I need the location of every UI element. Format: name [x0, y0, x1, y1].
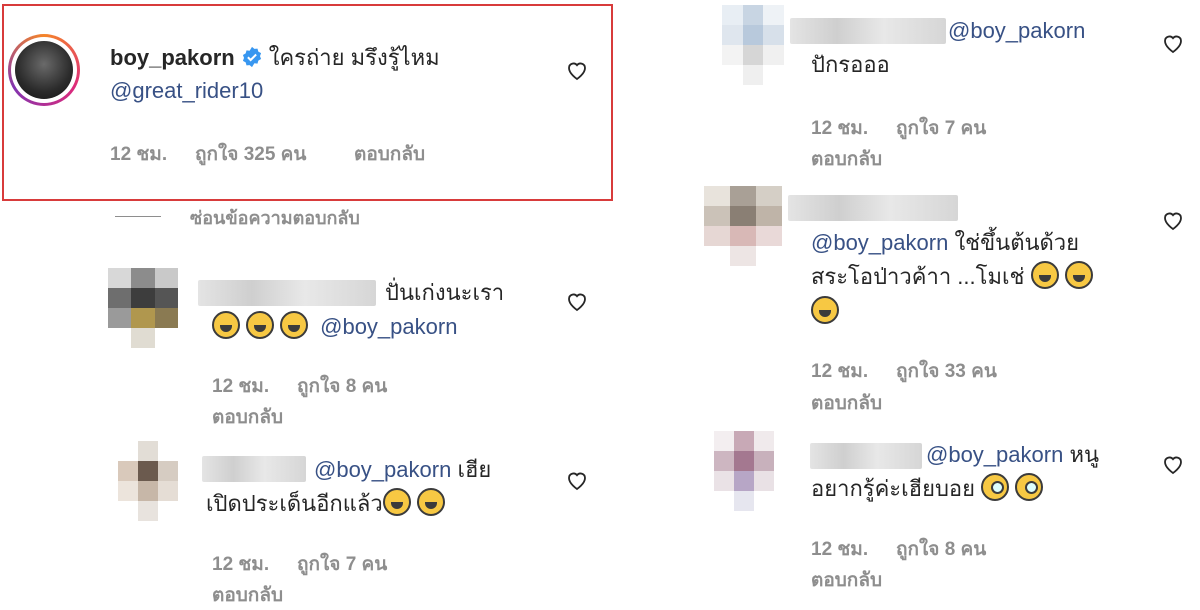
blurred-username — [810, 443, 922, 469]
reply-text: ปั่นเก่งนะเรา — [385, 280, 505, 305]
likes-count[interactable]: ถูกใจ 33 คน — [896, 356, 997, 386]
reply-text-line1: @boy_pakorn ใช่ขึ้นต้นด้วย — [811, 228, 1079, 258]
reply-text: เฮีย — [457, 457, 492, 482]
reply-button[interactable]: ตอบกลับ — [811, 565, 882, 595]
heart-icon[interactable] — [564, 289, 590, 313]
avatar[interactable] — [118, 441, 178, 521]
comment-time: 12 ชม. — [212, 554, 270, 575]
comment-time: 12 ชม. — [110, 144, 168, 165]
laughing-emoji-icon — [416, 488, 445, 516]
heart-icon[interactable] — [1160, 452, 1186, 476]
avatar[interactable] — [714, 431, 774, 511]
laughing-emoji-icon — [212, 311, 240, 339]
laughing-emoji-icon — [811, 296, 839, 324]
mention-link[interactable]: @great_rider10 — [110, 76, 263, 106]
reply-button[interactable]: ตอบกลับ — [811, 144, 882, 174]
mention-link[interactable]: @boy_pakorn — [811, 230, 948, 255]
heart-icon[interactable] — [1160, 31, 1186, 55]
reply-text: อยากรู้ค่ะเฮียบอย — [811, 476, 976, 501]
likes-count[interactable]: ถูกใจ 325 คน — [195, 139, 306, 169]
blurred-username — [788, 195, 958, 221]
monocle-emoji-icon — [1015, 473, 1044, 501]
avatar[interactable] — [722, 5, 784, 85]
reply-button[interactable]: ตอบกลับ — [212, 402, 283, 432]
avatar-story-ring[interactable] — [8, 34, 80, 106]
reply-text-line2: @boy_pakorn — [212, 311, 457, 342]
blurred-username — [790, 18, 946, 44]
laughing-emoji-icon — [1030, 261, 1059, 289]
laughing-emoji-icon — [280, 311, 308, 339]
username[interactable]: boy_pakorn — [110, 45, 235, 70]
likes-count[interactable]: ถูกใจ 8 คน — [896, 534, 986, 564]
reply-button[interactable]: ตอบกลับ — [354, 139, 425, 169]
mention-link[interactable]: @boy_pakorn — [948, 16, 1085, 46]
reply-text: หนู — [1069, 442, 1099, 467]
reply-text-line3 — [811, 296, 845, 324]
comment-time: 12 ชม. — [212, 376, 270, 397]
comment-time: 12 ชม. — [811, 539, 869, 560]
reply-button[interactable]: ตอบกลับ — [212, 580, 283, 610]
reply-text-line2: อยากรู้ค่ะเฮียบอย — [811, 473, 1049, 504]
avatar[interactable] — [15, 41, 73, 99]
laughing-emoji-icon — [246, 311, 274, 339]
reply-text-line2: เปิดประเด็นอีกแล้ว — [206, 488, 451, 519]
comment-time: 12 ชม. — [811, 361, 869, 382]
avatar[interactable] — [108, 268, 178, 348]
reply-text-line1: @boy_pakorn หนู — [926, 440, 1099, 470]
heart-icon[interactable] — [564, 468, 590, 492]
laughing-emoji-icon — [382, 488, 411, 516]
reply-text: สระโอป่าวค้าา ...โมเช่ — [811, 264, 1025, 289]
blurred-username — [202, 456, 306, 482]
main-comment-line1: boy_pakorn ใครถ่าย มรึงรู้ไหม — [110, 43, 440, 73]
laughing-emoji-icon — [1064, 261, 1093, 289]
divider-line — [115, 216, 161, 217]
mention-link[interactable]: @boy_pakorn — [314, 457, 451, 482]
mention-link[interactable]: @boy_pakorn — [926, 442, 1063, 467]
mention-link[interactable]: @boy_pakorn — [320, 314, 457, 339]
heart-icon[interactable] — [564, 58, 590, 82]
likes-count[interactable]: ถูกใจ 7 คน — [896, 113, 986, 143]
reply-text-line1: @boy_pakorn เฮีย — [314, 455, 491, 485]
reply-text: ปักรอออ — [811, 52, 890, 77]
reply-text: เปิดประเด็นอีกแล้ว — [206, 491, 383, 516]
avatar[interactable] — [704, 186, 782, 266]
likes-count[interactable]: ถูกใจ 7 คน — [297, 549, 387, 579]
monocle-emoji-icon — [981, 473, 1010, 501]
verified-badge-icon — [242, 46, 261, 68]
comment-time: 12 ชม. — [811, 118, 869, 139]
reply-button[interactable]: ตอบกลับ — [811, 388, 882, 418]
reply-text: ใช่ขึ้นต้นด้วย — [954, 230, 1080, 255]
highlight-box — [2, 4, 613, 201]
hide-replies-button[interactable]: ซ่อนข้อความตอบกลับ — [190, 203, 360, 232]
comment-text: ใครถ่าย มรึงรู้ไหม — [268, 45, 440, 70]
reply-text-line2: สระโอป่าวค้าา ...โมเช่ — [811, 261, 1099, 292]
likes-count[interactable]: ถูกใจ 8 คน — [297, 371, 387, 401]
heart-icon[interactable] — [1160, 208, 1186, 232]
blurred-username — [198, 280, 376, 306]
